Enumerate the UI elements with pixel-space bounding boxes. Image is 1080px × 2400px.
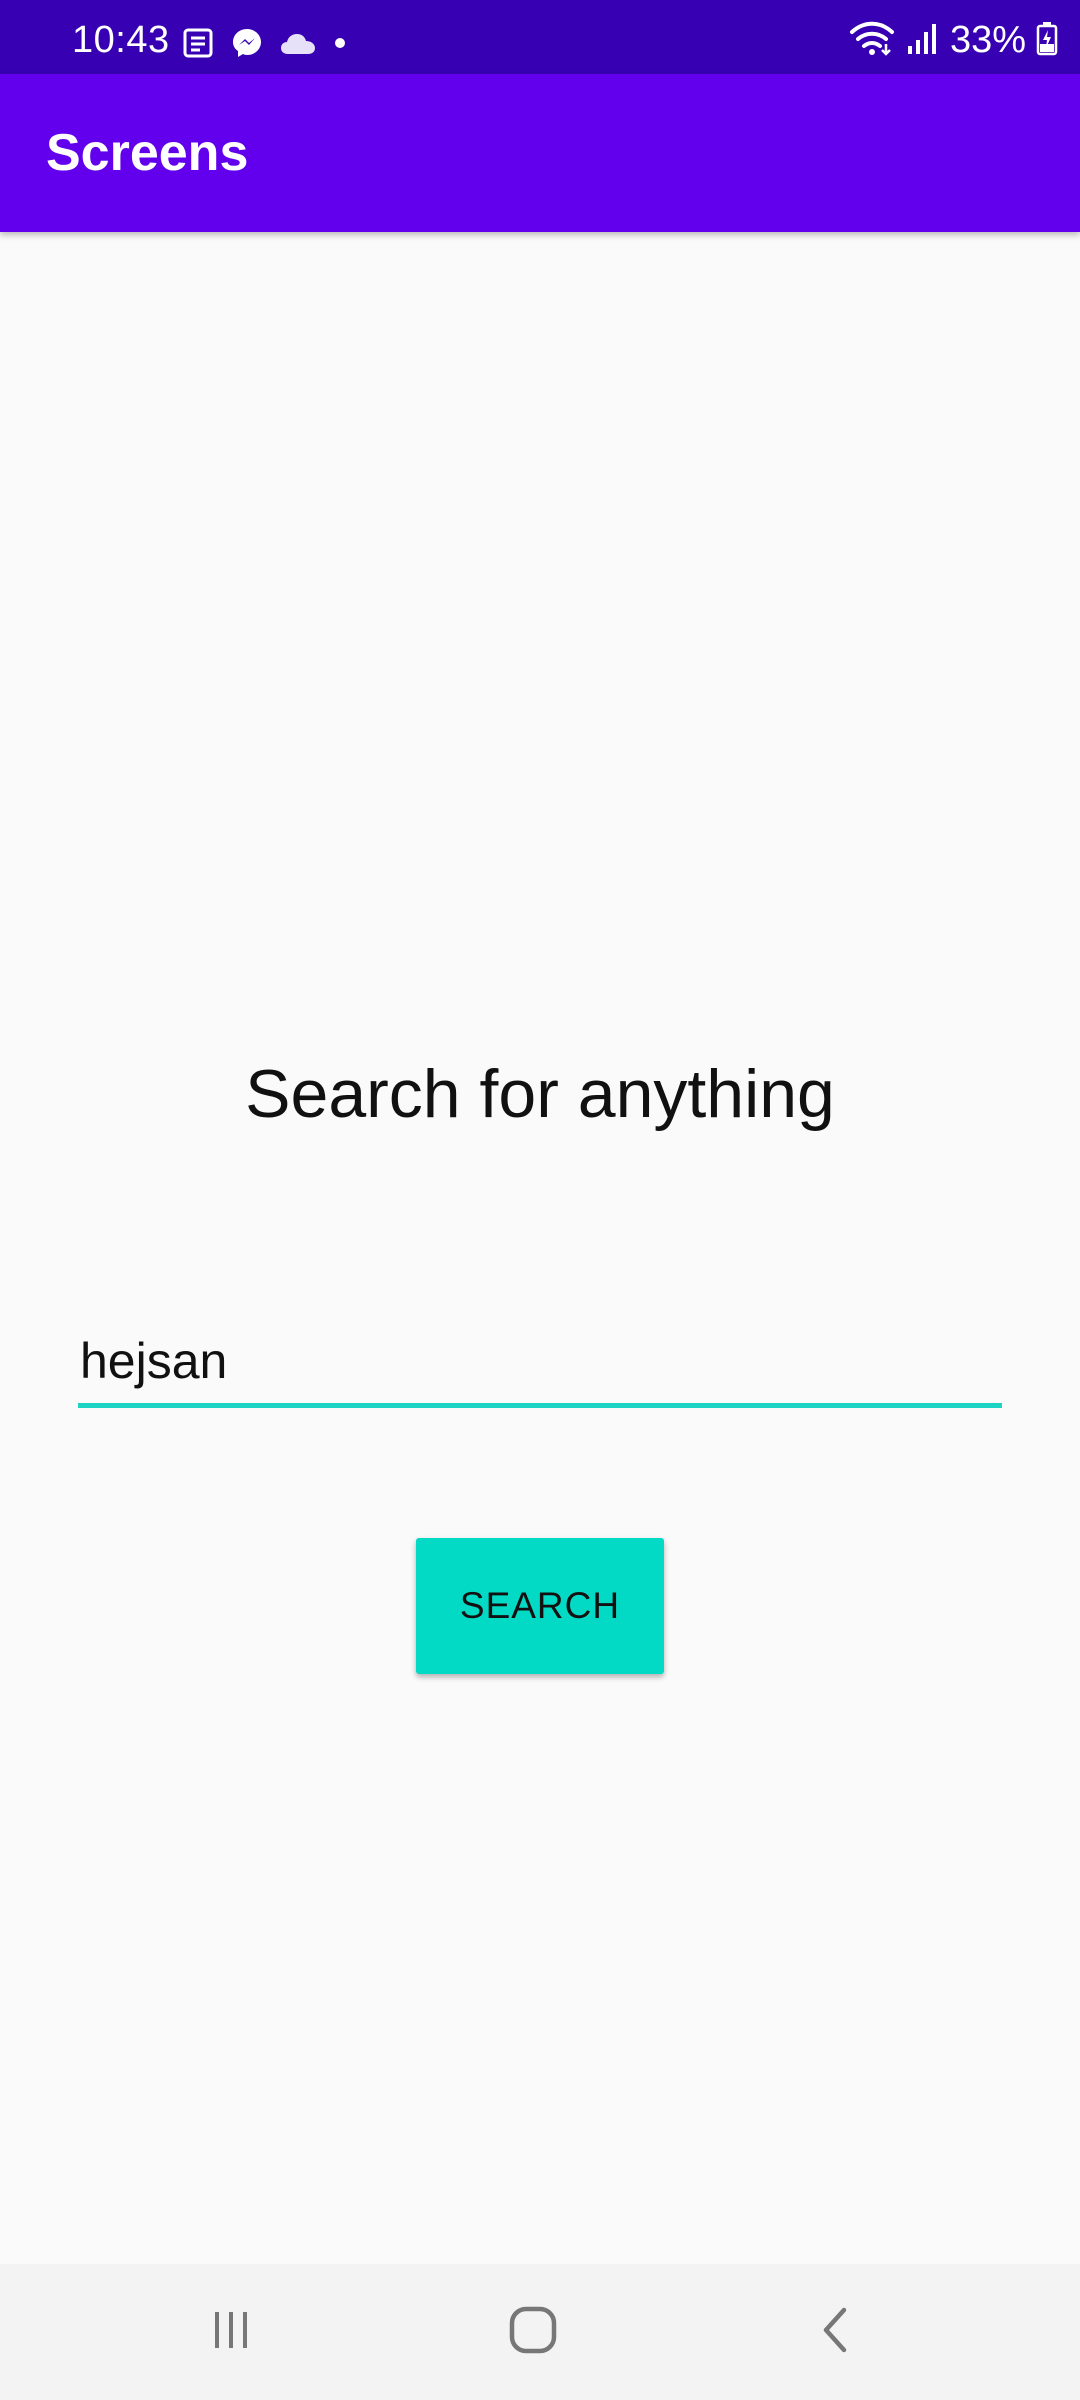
main-content: Search for anything SEARCH — [0, 232, 1080, 2264]
page-heading: Search for anything — [245, 1056, 835, 1132]
home-button[interactable] — [473, 2282, 593, 2382]
back-icon — [812, 2304, 860, 2361]
battery-percentage: 33% — [949, 19, 1026, 61]
battery-icon — [1036, 18, 1058, 63]
home-icon — [507, 2304, 559, 2361]
wifi-icon — [848, 18, 896, 63]
recents-icon — [207, 2306, 255, 2359]
news-icon — [182, 26, 216, 60]
back-button[interactable] — [776, 2282, 896, 2382]
app-title: Screens — [46, 124, 249, 182]
status-time: 10:43 — [72, 19, 170, 61]
recents-button[interactable] — [171, 2282, 291, 2382]
search-button[interactable]: SEARCH — [416, 1538, 664, 1674]
cloud-icon — [278, 26, 318, 60]
app-bar: Screens — [0, 74, 1080, 232]
search-input[interactable] — [78, 1328, 1002, 1408]
dot-icon — [332, 26, 348, 60]
messenger-icon — [230, 26, 264, 60]
status-bar: 10:43 33% — [0, 0, 1080, 74]
signal-icon — [906, 18, 940, 63]
navigation-bar — [0, 2264, 1080, 2400]
notification-icons — [182, 26, 348, 60]
system-status: 33% — [848, 20, 1058, 60]
